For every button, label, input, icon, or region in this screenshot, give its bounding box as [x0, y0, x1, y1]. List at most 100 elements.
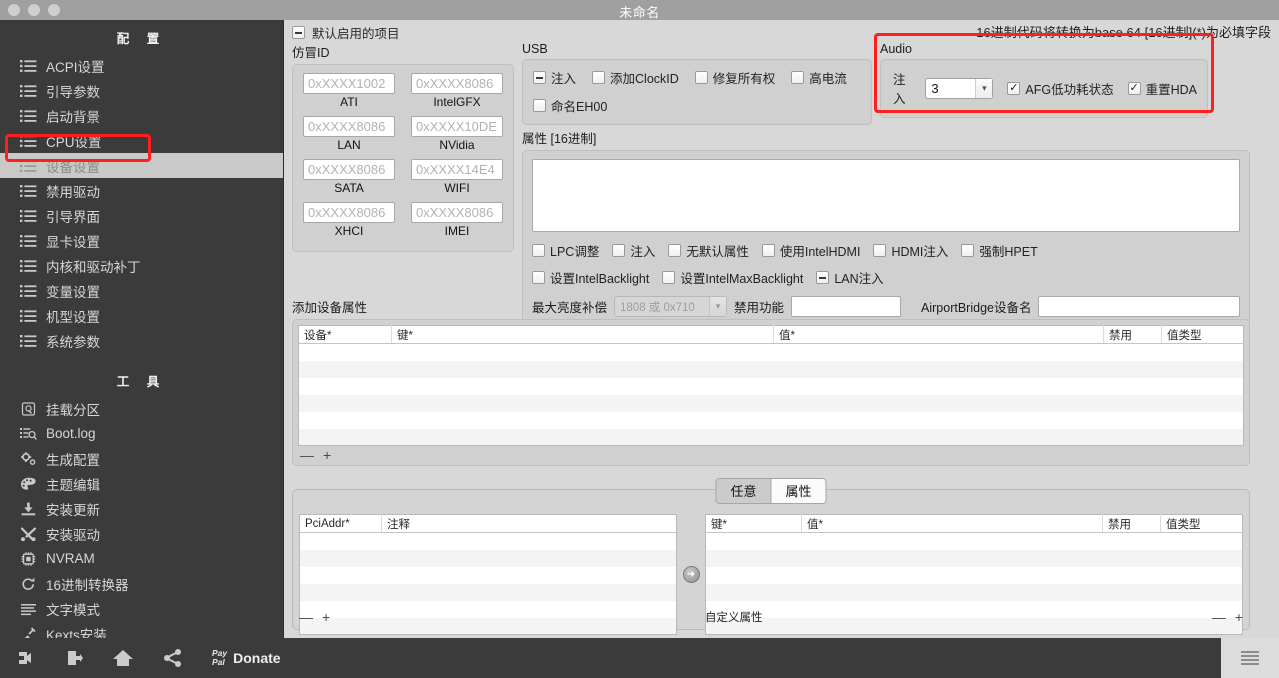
- fake-id-input-sata[interactable]: 0xXXXX8086: [303, 159, 395, 180]
- table-cell[interactable]: [382, 567, 677, 584]
- remove-row-button-left[interactable]: —: [299, 609, 313, 625]
- export-icon[interactable]: [64, 648, 84, 668]
- table-cell[interactable]: [300, 567, 382, 584]
- table-row[interactable]: [706, 533, 1243, 550]
- table-row[interactable]: [706, 584, 1243, 601]
- remove-row-button-right[interactable]: —: [1212, 609, 1226, 625]
- checkbox-icon[interactable]: [695, 71, 708, 84]
- fake-id-input-ati[interactable]: 0xXXXX1002: [303, 73, 395, 94]
- table-cell[interactable]: [299, 344, 392, 361]
- table-cell[interactable]: [706, 584, 802, 601]
- audio-inject-select[interactable]: 3 ▾: [925, 78, 993, 99]
- table-cell[interactable]: [706, 533, 802, 550]
- table-cell[interactable]: [1103, 550, 1161, 567]
- usb-checkbox-4[interactable]: 高电流: [791, 68, 847, 87]
- table-cell[interactable]: [774, 361, 1104, 378]
- checkbox-icon[interactable]: [532, 271, 545, 284]
- table-row[interactable]: [300, 533, 677, 550]
- sidebar-item-config-9[interactable]: 内核和驱动补丁: [0, 253, 283, 278]
- checkbox-icon[interactable]: [592, 71, 605, 84]
- sidebar-item-tool-4[interactable]: 主题编辑: [0, 471, 283, 496]
- table-row[interactable]: [299, 429, 1244, 446]
- table-cell[interactable]: [300, 550, 382, 567]
- fake-id-input-imei[interactable]: 0xXXXX8086: [411, 202, 503, 223]
- table-cell[interactable]: [392, 429, 774, 446]
- column-header[interactable]: 键*: [706, 515, 802, 533]
- column-header[interactable]: PciAddr*: [300, 515, 382, 533]
- sidebar-item-tool-8[interactable]: 16进制转换器: [0, 571, 283, 596]
- sidebar-item-config-10[interactable]: 变量设置: [0, 278, 283, 303]
- checkbox-icon[interactable]: [873, 244, 886, 257]
- table-row[interactable]: [299, 395, 1244, 412]
- sidebar-item-config-6[interactable]: 禁用驱动: [0, 178, 283, 203]
- table-row[interactable]: [299, 361, 1244, 378]
- sidebar-item-config-3[interactable]: 启动背景: [0, 103, 283, 128]
- table-cell[interactable]: [774, 429, 1104, 446]
- sidebar-item-config-8[interactable]: 显卡设置: [0, 228, 283, 253]
- table-cell[interactable]: [1103, 584, 1161, 601]
- properties-checkbox-a-3[interactable]: 无默认属性: [668, 241, 749, 260]
- checkbox-icon[interactable]: [662, 271, 675, 284]
- table-cell[interactable]: [300, 533, 382, 550]
- checkbox-icon[interactable]: [816, 271, 829, 284]
- usb-checkbox-1[interactable]: 注入: [533, 68, 576, 87]
- checkbox-icon[interactable]: [961, 244, 974, 257]
- add-row-button-right[interactable]: +: [1235, 609, 1243, 625]
- table-row[interactable]: [299, 412, 1244, 429]
- table-row[interactable]: [706, 567, 1243, 584]
- table-row[interactable]: [300, 550, 677, 567]
- table-row[interactable]: [299, 378, 1244, 395]
- checkbox-icon[interactable]: [612, 244, 625, 257]
- share-icon[interactable]: [162, 648, 184, 668]
- table-cell[interactable]: [299, 361, 392, 378]
- tab-2[interactable]: 属性: [771, 479, 826, 503]
- add-device-properties-table[interactable]: 设备*键*值*禁用值类型: [298, 325, 1244, 446]
- table-body[interactable]: [299, 344, 1244, 446]
- table-row[interactable]: [300, 567, 677, 584]
- table-cell[interactable]: [1162, 395, 1244, 412]
- fake-id-input-xhci[interactable]: 0xXXXX8086: [303, 202, 395, 223]
- paypal-donate-button[interactable]: Pay Pal Donate: [212, 649, 281, 667]
- sidebar-item-tool-5[interactable]: 安装更新: [0, 496, 283, 521]
- sidebar-item-config-7[interactable]: 引导界面: [0, 203, 283, 228]
- table-cell[interactable]: [382, 584, 677, 601]
- table-cell[interactable]: [299, 412, 392, 429]
- table-cell[interactable]: [774, 344, 1104, 361]
- properties-checkbox-a-2[interactable]: 注入: [612, 241, 655, 260]
- fake-id-input-intelgfx[interactable]: 0xXXXX8086: [411, 73, 503, 94]
- table-cell[interactable]: [392, 361, 774, 378]
- checkbox-icon[interactable]: [791, 71, 804, 84]
- column-header[interactable]: 设备*: [299, 326, 392, 344]
- checkbox-icon[interactable]: [762, 244, 775, 257]
- sidebar-item-tool-10[interactable]: Kexts安装: [0, 621, 283, 638]
- table-cell[interactable]: [392, 395, 774, 412]
- table-cell[interactable]: [299, 395, 392, 412]
- table-cell[interactable]: [1104, 412, 1162, 429]
- table-cell[interactable]: [1162, 429, 1244, 446]
- properties-checkbox-a-6[interactable]: 强制HPET: [961, 241, 1037, 260]
- audio-checkbox-2[interactable]: 重置HDA: [1128, 79, 1197, 98]
- table-cell[interactable]: [1104, 378, 1162, 395]
- table-cell[interactable]: [774, 395, 1104, 412]
- import-icon[interactable]: [16, 648, 36, 668]
- table-cell[interactable]: [1161, 533, 1243, 550]
- table-cell[interactable]: [382, 533, 677, 550]
- sidebar-item-tool-3[interactable]: 生成配置: [0, 446, 283, 471]
- table-cell[interactable]: [1162, 378, 1244, 395]
- fake-id-input-lan[interactable]: 0xXXXX8086: [303, 116, 395, 137]
- fake-id-input-wifi[interactable]: 0xXXXX14E4: [411, 159, 503, 180]
- table-cell[interactable]: [392, 412, 774, 429]
- sidebar-item-tool-9[interactable]: 文字模式: [0, 596, 283, 621]
- table-cell[interactable]: [802, 567, 1103, 584]
- checkbox-icon[interactable]: [1007, 82, 1020, 95]
- fake-id-input-nvidia[interactable]: 0xXXXX10DE: [411, 116, 503, 137]
- properties-checkbox-b-3[interactable]: LAN注入: [816, 268, 883, 287]
- column-header[interactable]: 注释: [382, 515, 677, 533]
- add-row-button-left[interactable]: +: [322, 609, 330, 625]
- checkbox-icon[interactable]: [532, 244, 545, 257]
- table-cell[interactable]: [706, 567, 802, 584]
- default-enabled-row[interactable]: 默认启用的项目: [292, 23, 400, 42]
- audio-checkbox-1[interactable]: AFG低功耗状态: [1007, 79, 1113, 98]
- usb-checkbox-b-1[interactable]: 命名EH00: [533, 96, 607, 115]
- usb-checkbox-3[interactable]: 修复所有权: [695, 68, 776, 87]
